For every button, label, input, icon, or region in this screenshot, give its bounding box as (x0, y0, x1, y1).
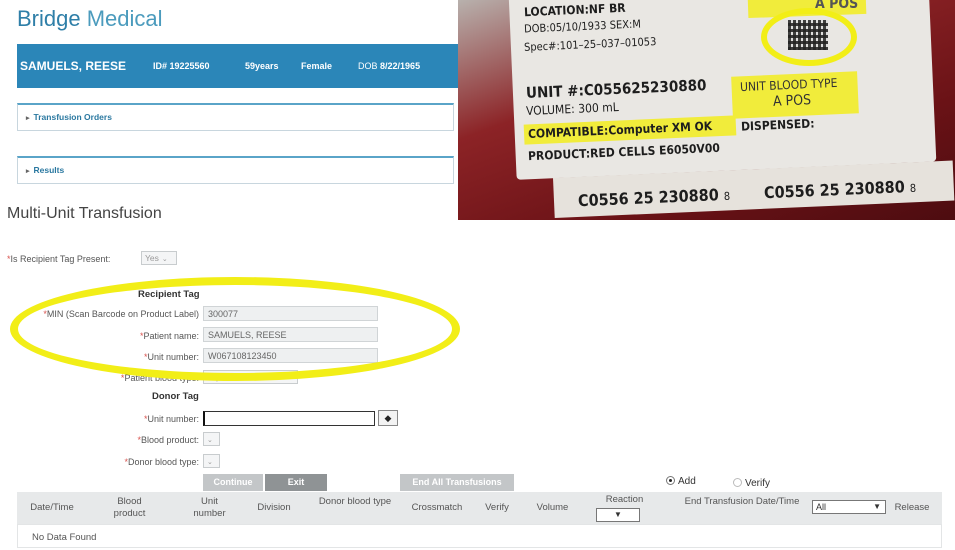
col-header: End Transfusion Date/Time (684, 496, 800, 507)
blood-bag-photo: A POS LOCATION:NF BR DOB:05/10/1933 SEX:… (458, 0, 955, 220)
patient-sex: Female (301, 61, 333, 71)
donor-blood-type-select[interactable]: ⌄ (203, 454, 220, 468)
col-header: Reaction (605, 494, 644, 505)
verify-radio[interactable]: Verify (733, 478, 770, 489)
table-body: No Data Found (17, 524, 942, 548)
donor-unit-number-input[interactable] (203, 411, 375, 426)
radio-selected-icon (666, 476, 675, 485)
donor-blood-type-label: *Donor blood type: (124, 457, 199, 467)
transfusion-orders-toggle[interactable]: ▸ Transfusion Orders (26, 112, 112, 122)
continue-button[interactable]: Continue (203, 474, 263, 491)
patient-age: 59years (245, 61, 279, 71)
expand-triangle-icon: ▸ (26, 168, 30, 175)
chevron-down-icon: ⌄ (207, 459, 213, 466)
recipient-tag-present-label: Is Recipient Tag Present: (10, 254, 111, 264)
status-filter-value: All (816, 502, 827, 512)
recipient-tag-present-value: Yes (145, 253, 159, 263)
col-header: Verify (485, 502, 509, 513)
check-digit-2: 8 (909, 181, 917, 195)
unit-blood-type-value: A POS (772, 92, 812, 110)
table-header: Date/Time Blood product Unit number Divi… (17, 492, 942, 524)
col-header: Unit number (193, 496, 226, 519)
col-header: Release (894, 502, 930, 513)
scan-barcode-button[interactable]: ◆ (378, 410, 398, 426)
col-header: Blood product (113, 496, 146, 519)
check-digit-1: 8 (723, 189, 731, 203)
app-title: Bridge Medical (17, 6, 163, 32)
add-radio-label: Add (678, 476, 696, 487)
recipient-tag-present-row: *Is Recipient Tag Present: (7, 254, 110, 264)
qr-highlight-ring (761, 8, 857, 66)
blood-product-label: *Blood product: (137, 435, 199, 445)
recipient-tag-present-select[interactable]: Yes ⌄ (141, 251, 177, 265)
chevron-down-icon: ▼ (873, 502, 881, 511)
dob-value: 8/22/1965 (380, 61, 421, 71)
patient-name: SAMUELS, REESE (20, 59, 127, 73)
patient-dob: DOB 8/22/1965 (358, 61, 420, 71)
transfusion-orders-section[interactable]: ▸ Transfusion Orders (17, 103, 454, 131)
donor-blood-type-label-text: Donor blood type: (127, 457, 199, 467)
verify-radio-label: Verify (745, 478, 771, 489)
transfusion-orders-label: Transfusion Orders (33, 112, 112, 122)
radio-empty-icon (733, 478, 742, 487)
add-radio[interactable]: Add (666, 476, 696, 487)
dob-label: DOB (358, 61, 378, 71)
results-section[interactable]: ▸ Results (17, 156, 454, 184)
col-header: Volume (536, 502, 569, 513)
page-title: Multi-Unit Transfusion (7, 205, 162, 222)
chevron-down-icon: ▼ (614, 510, 622, 519)
col-header: Division (257, 502, 291, 513)
donor-unit-number-label-text: Unit number: (147, 414, 199, 424)
chevron-down-icon: ⌄ (161, 256, 168, 263)
results-label: Results (33, 165, 65, 175)
blood-product-label-text: Blood product: (140, 435, 199, 445)
blood-product-select[interactable]: ⌄ (203, 432, 220, 446)
donor-tag-heading: Donor Tag (152, 391, 199, 402)
empty-table-message: No Data Found (32, 532, 97, 543)
col-header: Donor blood type (318, 496, 392, 507)
reaction-filter-select[interactable]: ▼ (596, 508, 640, 522)
col-header: Crossmatch (411, 502, 463, 513)
expand-triangle-icon: ▸ (26, 115, 30, 122)
col-header: Date/Time (30, 502, 74, 513)
brand-light: Medical (86, 6, 163, 31)
end-all-transfusions-button[interactable]: End All Transfusions (400, 474, 514, 491)
patient-id: ID# 19225560 (153, 61, 210, 71)
patient-banner: SAMUELS, REESE ID# 19225560 59years Fema… (17, 44, 467, 88)
donor-unit-number-label: *Unit number: (144, 414, 199, 424)
chevron-down-icon: ⌄ (207, 437, 213, 444)
status-filter-select[interactable]: All ▼ (812, 500, 886, 514)
results-toggle[interactable]: ▸ Results (26, 165, 64, 175)
exit-button[interactable]: Exit (265, 474, 327, 491)
highlight-ellipse (10, 277, 460, 381)
brand-bold: Bridge (17, 6, 81, 31)
